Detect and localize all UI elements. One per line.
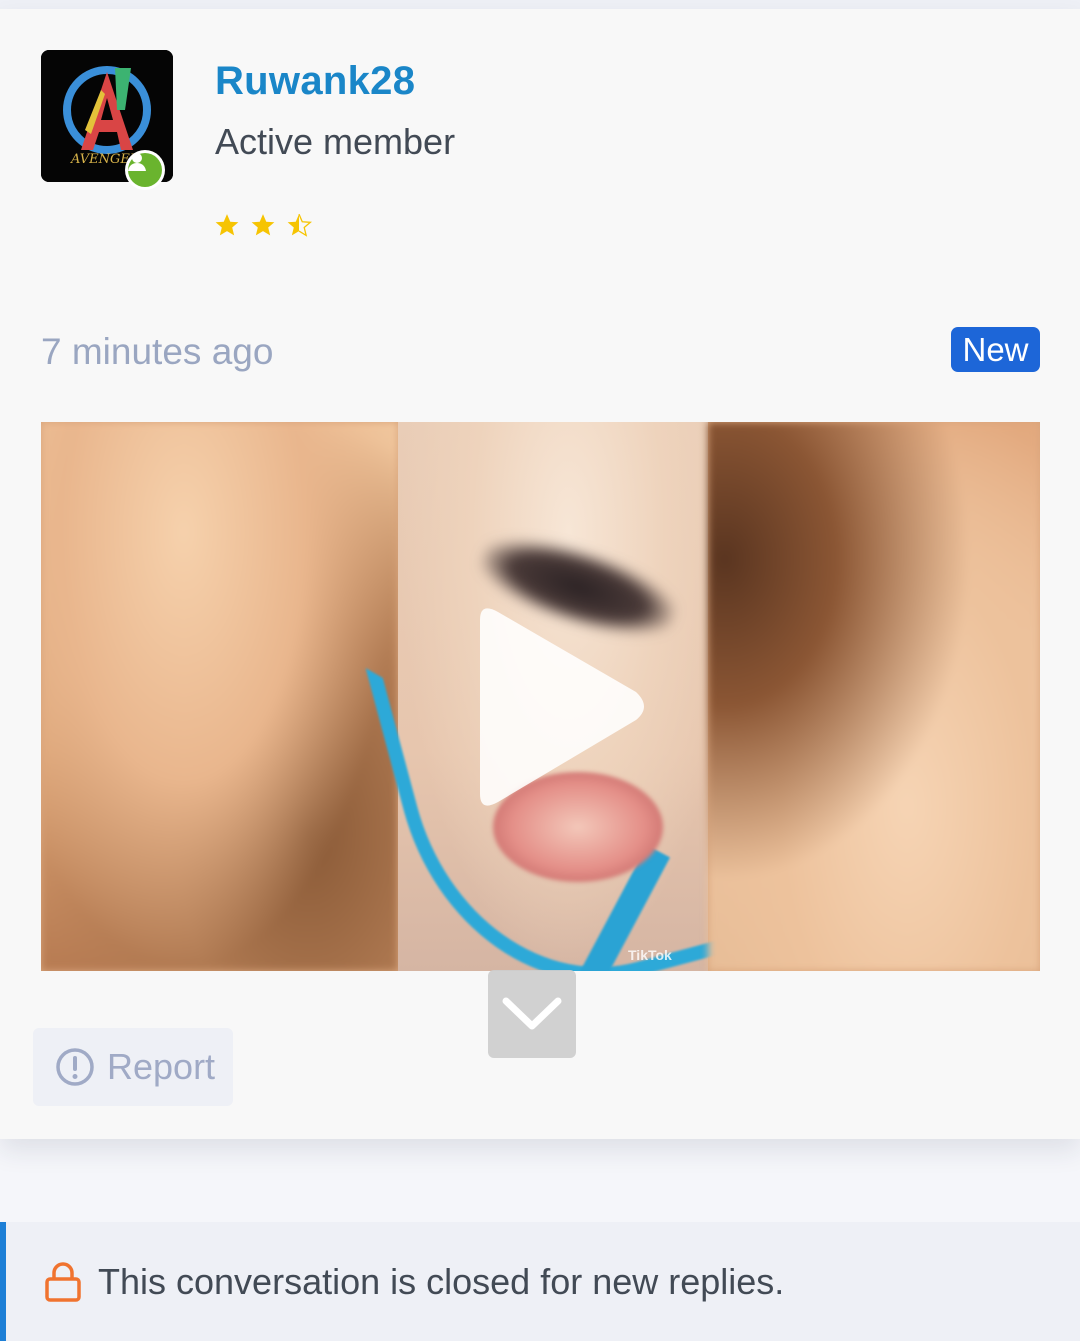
post-card: AVENGERS Ruwank28 Active member 7 minute… bbox=[0, 9, 1080, 1139]
play-icon[interactable] bbox=[460, 602, 650, 812]
video-player[interactable]: TikTok bbox=[41, 422, 1040, 971]
new-badge: New bbox=[951, 327, 1040, 372]
top-divider bbox=[0, 0, 1080, 9]
avatar[interactable]: AVENGERS bbox=[41, 50, 173, 190]
post-timestamp[interactable]: 7 minutes ago bbox=[41, 331, 273, 373]
exclamation-circle-icon bbox=[56, 1048, 94, 1086]
user-icon bbox=[128, 153, 162, 187]
star-icon bbox=[215, 214, 239, 236]
video-watermark: TikTok bbox=[628, 947, 672, 963]
closed-message: This conversation is closed for new repl… bbox=[98, 1260, 785, 1302]
username-link[interactable]: Ruwank28 bbox=[215, 59, 415, 104]
half-star-icon bbox=[287, 213, 312, 237]
star-icon bbox=[251, 214, 275, 236]
video-blur-right bbox=[708, 422, 1040, 971]
chevron-down-icon bbox=[502, 997, 562, 1030]
report-label: Report bbox=[107, 1046, 216, 1087]
expand-collapse-button[interactable] bbox=[488, 970, 576, 1058]
user-title: Active member bbox=[215, 121, 456, 162]
video-blur-left bbox=[41, 422, 398, 971]
report-button[interactable]: Report bbox=[33, 1028, 233, 1106]
rating-stars bbox=[214, 212, 312, 238]
lock-icon bbox=[45, 1261, 81, 1302]
online-status-badge bbox=[125, 150, 165, 190]
thread-closed-notice: This conversation is closed for new repl… bbox=[0, 1222, 1080, 1341]
